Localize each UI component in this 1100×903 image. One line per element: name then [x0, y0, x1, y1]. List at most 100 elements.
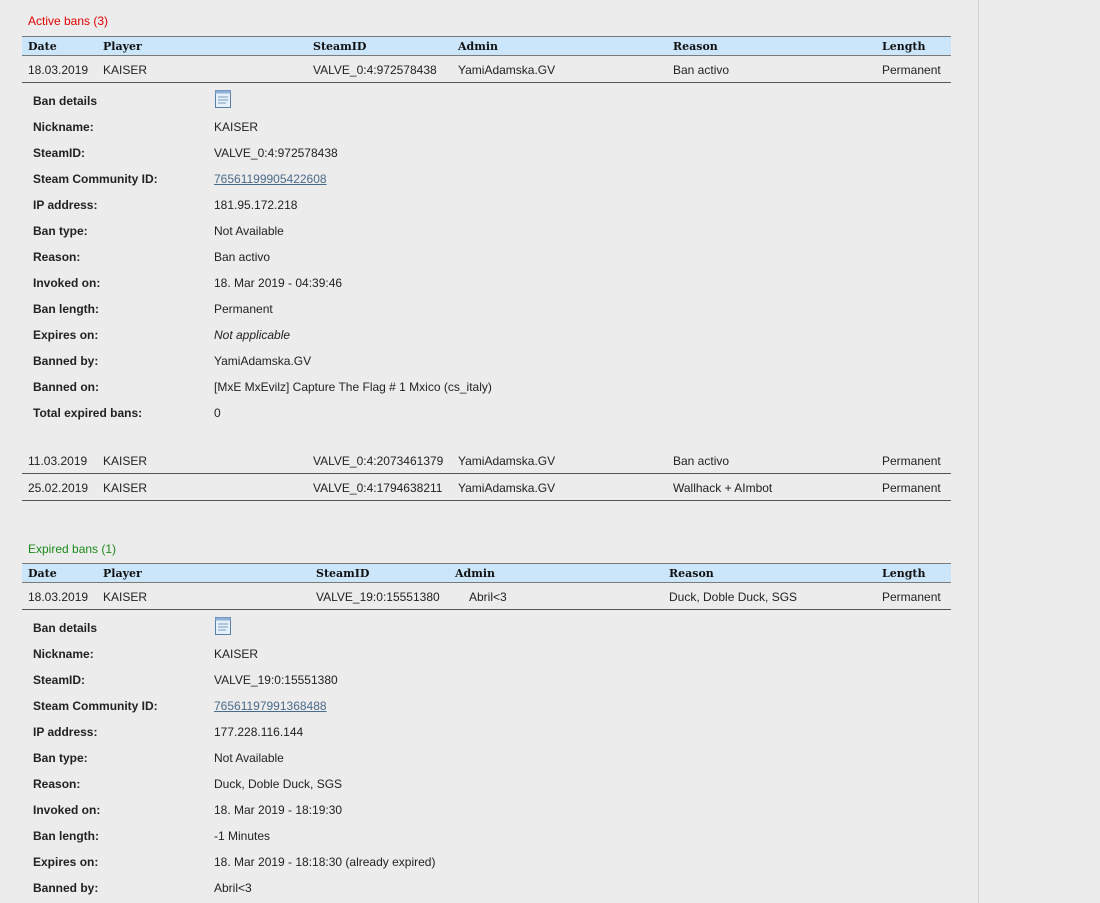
ban-player: KAISER — [103, 63, 148, 77]
detail-label: Banned on: — [33, 380, 99, 394]
detail-value: -1 Minutes — [214, 829, 271, 843]
detail-label: Banned by: — [33, 881, 99, 895]
detail-steam-community-id: Steam Community ID: 76561199905422608 — [22, 166, 951, 192]
detail-value: YamiAdamska.GV — [214, 354, 312, 368]
ban-player: KAISER — [103, 481, 148, 495]
expired-bans-table-header: Date Player SteamID Admin Reason Length — [22, 563, 951, 583]
ban-row-active-1[interactable]: 18.03.2019 KAISER VALVE_0:4:972578438 Ya… — [22, 57, 951, 83]
detail-banned-by: Banned by: Abril<3 — [22, 875, 951, 901]
detail-value: [MxE MxEvilz] Capture The Flag # 1 Mxico… — [214, 380, 492, 394]
ban-reason: Ban activo — [673, 63, 730, 77]
detail-ip-address: IP address: 181.95.172.218 — [22, 192, 951, 218]
detail-value: 0 — [214, 406, 221, 420]
col-player: Player — [103, 40, 142, 53]
ban-details-header-row: Ban details — [22, 88, 951, 114]
detail-reason: Reason: Ban activo — [22, 244, 951, 270]
detail-value: 18. Mar 2019 - 04:39:46 — [214, 276, 343, 290]
col-date: Date — [28, 567, 57, 580]
detail-value: Ban activo — [214, 250, 271, 264]
steam-community-id-link[interactable]: 76561197991368488 — [214, 699, 327, 713]
detail-invoked-on: Invoked on: 18. Mar 2019 - 04:39:46 — [22, 270, 951, 296]
col-admin: Admin — [455, 567, 496, 580]
detail-value: VALVE_0:4:972578438 — [214, 146, 338, 160]
detail-value: Permanent — [214, 302, 273, 316]
detail-banned-on: Banned on: [MxE MxEvilz] Capture The Fla… — [22, 374, 951, 400]
detail-label: Total expired bans: — [33, 406, 143, 420]
detail-label: IP address: — [33, 198, 98, 212]
ban-admin: Abril<3 — [469, 590, 507, 604]
ban-row-expired-1[interactable]: 18.03.2019 KAISER VALVE_19:0:15551380 Ab… — [22, 584, 951, 610]
detail-ban-length: Ban length: Permanent — [22, 296, 951, 322]
document-icon[interactable] — [215, 617, 231, 635]
col-reason: Reason — [673, 40, 718, 53]
detail-value: Abril<3 — [214, 881, 252, 895]
col-date: Date — [28, 40, 57, 53]
document-icon[interactable] — [215, 90, 231, 108]
ban-admin: YamiAdamska.GV — [458, 481, 556, 495]
detail-value: Duck, Doble Duck, SGS — [214, 777, 343, 791]
ban-row-active-3[interactable]: 25.02.2019 KAISER VALVE_0:4:1794638211 Y… — [22, 475, 951, 501]
detail-label: Ban length: — [33, 829, 99, 843]
detail-label: IP address: — [33, 725, 98, 739]
detail-label: Reason: — [33, 777, 81, 791]
ban-steamid: VALVE_0:4:972578438 — [313, 63, 437, 77]
active-bans-title: Active bans (3) — [28, 14, 109, 28]
detail-label: Expires on: — [33, 855, 99, 869]
expired-bans-title: Expired bans (1) — [28, 542, 117, 556]
ban-reason: Duck, Doble Duck, SGS — [669, 590, 798, 604]
ban-details-header-row: Ban details — [22, 615, 951, 641]
detail-invoked-on: Invoked on: 18. Mar 2019 - 18:19:30 — [22, 797, 951, 823]
detail-expires-on: Expires on: Not applicable — [22, 322, 951, 348]
detail-value: 18. Mar 2019 - 18:19:30 — [214, 803, 343, 817]
ban-length: Permanent — [882, 63, 941, 77]
detail-total-expired-bans: Total expired bans: 0 — [22, 400, 951, 426]
detail-banned-by: Banned by: YamiAdamska.GV — [22, 348, 951, 374]
steam-community-id-link[interactable]: 76561199905422608 — [214, 172, 327, 186]
detail-label: Ban type: — [33, 751, 88, 765]
detail-label: SteamID: — [33, 146, 86, 160]
ban-date: 25.02.2019 — [28, 481, 89, 495]
col-steamid: SteamID — [313, 40, 367, 53]
detail-value: 18. Mar 2019 - 18:18:30 (already expired… — [214, 855, 436, 869]
ban-reason: Ban activo — [673, 454, 730, 468]
detail-ip-address: IP address: 177.228.116.144 — [22, 719, 951, 745]
ban-player: KAISER — [103, 590, 148, 604]
ban-length: Permanent — [882, 454, 941, 468]
ban-steamid: VALVE_0:4:1794638211 — [313, 481, 443, 495]
detail-value: VALVE_19:0:15551380 — [214, 673, 338, 687]
detail-value: KAISER — [214, 120, 259, 134]
ban-admin: YamiAdamska.GV — [458, 454, 556, 468]
detail-ban-length: Ban length: -1 Minutes — [22, 823, 951, 849]
detail-label: Invoked on: — [33, 276, 101, 290]
ban-date: 18.03.2019 — [28, 63, 89, 77]
detail-nickname: Nickname: KAISER — [22, 114, 951, 140]
col-player: Player — [103, 567, 142, 580]
detail-label: Steam Community ID: — [33, 699, 158, 713]
detail-steam-community-id: Steam Community ID: 76561197991368488 — [22, 693, 951, 719]
ban-steamid: VALVE_19:0:15551380 — [316, 590, 440, 604]
detail-value: Not applicable — [214, 328, 291, 342]
ban-date: 11.03.2019 — [28, 454, 88, 468]
col-length: Length — [882, 567, 926, 580]
detail-label: Invoked on: — [33, 803, 101, 817]
ban-length: Permanent — [882, 481, 941, 495]
detail-ban-type: Ban type: Not Available — [22, 745, 951, 771]
ban-admin: YamiAdamska.GV — [458, 63, 556, 77]
col-admin: Admin — [458, 40, 499, 53]
detail-label: Steam Community ID: — [33, 172, 158, 186]
detail-reason: Reason: Duck, Doble Duck, SGS — [22, 771, 951, 797]
detail-label: Nickname: — [33, 120, 94, 134]
ban-date: 18.03.2019 — [28, 590, 89, 604]
ban-steamid: VALVE_0:4:2073461379 — [313, 454, 444, 468]
detail-label: Nickname: — [33, 647, 94, 661]
detail-label: Banned by: — [33, 354, 99, 368]
detail-label: Expires on: — [33, 328, 99, 342]
detail-value: Not Available — [214, 224, 284, 238]
col-steamid: SteamID — [316, 567, 370, 580]
detail-steamid: SteamID: VALVE_0:4:972578438 — [22, 140, 951, 166]
detail-label: Ban type: — [33, 224, 88, 238]
detail-label: Reason: — [33, 250, 81, 264]
detail-expires-on: Expires on: 18. Mar 2019 - 18:18:30 (alr… — [22, 849, 951, 875]
ban-row-active-2[interactable]: 11.03.2019 KAISER VALVE_0:4:2073461379 Y… — [22, 448, 951, 474]
detail-value: 177.228.116.144 — [214, 725, 304, 739]
